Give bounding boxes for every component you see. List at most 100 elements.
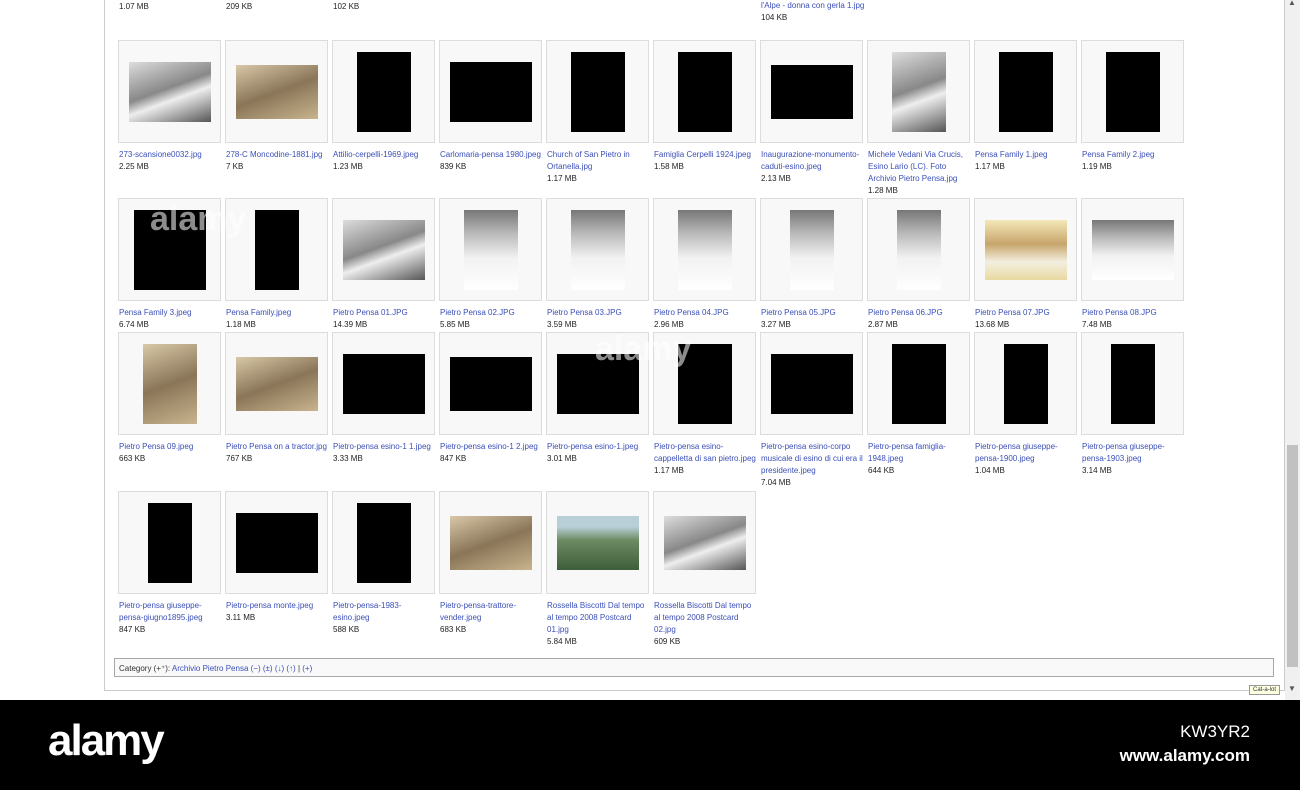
thumbnail[interactable]	[546, 198, 649, 301]
thumbnail-image[interactable]	[770, 353, 853, 414]
thumbnail-image[interactable]	[1003, 343, 1048, 424]
thumbnail-image[interactable]	[556, 515, 639, 570]
file-link[interactable]: Pietro Pensa 01.JPG	[333, 307, 437, 319]
thumbnail-image[interactable]	[142, 343, 197, 424]
thumbnail-image[interactable]	[570, 209, 625, 290]
thumbnail[interactable]	[1081, 198, 1184, 301]
thumbnail-image[interactable]	[677, 51, 732, 132]
thumbnail-image[interactable]	[770, 64, 853, 119]
thumbnail-image[interactable]	[342, 219, 425, 280]
file-link[interactable]: Pietro-pensa esino-1 2.jpeg	[440, 441, 544, 453]
file-link[interactable]: 273-scansione0032.jpg	[119, 149, 223, 161]
vertical-scrollbar[interactable]: ▲ ▼	[1285, 0, 1300, 700]
thumbnail-image[interactable]	[984, 219, 1067, 280]
thumbnail-image[interactable]	[556, 353, 639, 414]
thumbnail[interactable]	[439, 332, 542, 435]
thumbnail[interactable]	[118, 332, 221, 435]
thumbnail[interactable]	[974, 198, 1077, 301]
scroll-down-arrow-icon[interactable]: ▼	[1288, 684, 1296, 693]
category-link[interactable]: Archivio Pietro Pensa	[172, 664, 248, 673]
file-link[interactable]: Pietro-pensa esino-cappelletta di san pi…	[654, 441, 758, 465]
thumbnail[interactable]	[1081, 40, 1184, 143]
thumbnail[interactable]	[867, 332, 970, 435]
file-link[interactable]: Pensa Family 1.jpeg	[975, 149, 1079, 161]
scroll-up-arrow-icon[interactable]: ▲	[1288, 0, 1296, 7]
thumbnail-image[interactable]	[789, 209, 834, 290]
thumbnail[interactable]	[439, 198, 542, 301]
thumbnail[interactable]	[546, 491, 649, 594]
thumbnail-image[interactable]	[356, 502, 411, 583]
file-link[interactable]: Pietro Pensa 02.JPG	[440, 307, 544, 319]
thumbnail[interactable]	[653, 40, 756, 143]
thumbnail-image[interactable]	[235, 512, 318, 573]
thumbnail-image[interactable]	[1110, 343, 1155, 424]
file-link[interactable]: Pietro-pensa esino-1 1.jpeg	[333, 441, 437, 453]
thumbnail[interactable]	[974, 332, 1077, 435]
thumbnail-image[interactable]	[235, 356, 318, 411]
file-link[interactable]: Famiglia Cerpelli 1924.jpeg	[654, 149, 758, 161]
file-link[interactable]: Pietro Pensa 04.JPG	[654, 307, 758, 319]
thumbnail-image[interactable]	[896, 209, 941, 290]
thumbnail[interactable]	[653, 332, 756, 435]
thumbnail-image[interactable]	[677, 209, 732, 290]
thumbnail[interactable]	[225, 491, 328, 594]
file-link[interactable]: Pietro Pensa 03.JPG	[547, 307, 651, 319]
file-link[interactable]: Pietro-pensa giuseppe-pensa-giugno1895.j…	[119, 600, 223, 624]
thumbnail[interactable]	[225, 40, 328, 143]
file-link[interactable]: Pietro Pensa 07.JPG	[975, 307, 1079, 319]
thumbnail-image[interactable]	[663, 515, 746, 570]
subcategory-button[interactable]: (↓)	[275, 664, 284, 673]
thumbnail[interactable]	[653, 491, 756, 594]
thumbnail[interactable]	[332, 40, 435, 143]
thumbnail-image[interactable]	[1091, 219, 1174, 280]
thumbnail-image[interactable]	[463, 209, 518, 290]
file-link[interactable]: Pensa Family 2.jpeg	[1082, 149, 1186, 161]
thumbnail-image[interactable]	[356, 51, 411, 132]
file-link[interactable]: Pietro-pensa giuseppe-pensa-1900.jpeg	[975, 441, 1079, 465]
modify-category-button[interactable]: (±)	[263, 664, 273, 673]
thumbnail-image[interactable]	[1105, 51, 1160, 132]
file-link[interactable]: Rossella Biscotti Dal tempo al tempo 200…	[547, 600, 651, 636]
thumbnail[interactable]	[760, 332, 863, 435]
file-link[interactable]: Pietro-pensa esino-corpo musicale di esi…	[761, 441, 865, 477]
thumbnail[interactable]	[546, 332, 649, 435]
thumbnail[interactable]	[439, 491, 542, 594]
thumbnail[interactable]	[439, 40, 542, 143]
thumbnail[interactable]	[974, 40, 1077, 143]
thumbnail[interactable]	[225, 198, 328, 301]
file-link[interactable]: Pietro Pensa on a tractor.jpg	[226, 441, 330, 453]
thumbnail[interactable]	[225, 332, 328, 435]
thumbnail[interactable]	[118, 491, 221, 594]
cat-a-lot-tooltip[interactable]: Cat-a-lot	[1249, 685, 1281, 695]
file-link[interactable]: Pietro Pensa 08.JPG	[1082, 307, 1186, 319]
add-category-button[interactable]: (+)	[302, 664, 312, 673]
file-link[interactable]: Michele Vedani Via Crucis, Esino Lario (…	[868, 149, 972, 185]
file-link[interactable]: Carlomaria-pensa 1980.jpeg	[440, 149, 544, 161]
thumbnail-image[interactable]	[254, 209, 299, 290]
thumbnail[interactable]	[760, 40, 863, 143]
thumbnail-image[interactable]	[235, 64, 318, 119]
parent-category-button[interactable]: (↑)	[286, 664, 295, 673]
thumbnail-image[interactable]	[133, 209, 206, 290]
thumbnail-image[interactable]	[570, 51, 625, 132]
file-link[interactable]: Pietro-pensa giuseppe-pensa-1903.jpeg	[1082, 441, 1186, 465]
thumbnail-image[interactable]	[449, 515, 532, 570]
file-link[interactable]: Inaugurazione-monumento-caduti-esino.jpe…	[761, 149, 865, 173]
thumbnail[interactable]	[332, 491, 435, 594]
file-link[interactable]: Pietro-pensa-trattore-vender.jpeg	[440, 600, 544, 624]
thumbnail-image[interactable]	[449, 356, 532, 411]
file-link[interactable]: Pietro-pensa famiglia-1948.jpeg	[868, 441, 972, 465]
file-link[interactable]: Pietro-pensa esino-1.jpeg	[547, 441, 651, 453]
file-link[interactable]: l'Alpe - donna con gerla 1.jpg	[761, 0, 865, 12]
thumbnail-image[interactable]	[891, 51, 946, 132]
file-link[interactable]: Pietro-pensa monte.jpeg	[226, 600, 330, 612]
thumbnail-image[interactable]	[677, 343, 732, 424]
thumbnail[interactable]	[867, 198, 970, 301]
thumbnail-image[interactable]	[147, 502, 192, 583]
thumbnail-image[interactable]	[998, 51, 1053, 132]
thumbnail[interactable]	[118, 40, 221, 143]
thumbnail[interactable]	[867, 40, 970, 143]
thumbnail[interactable]	[118, 198, 221, 301]
thumbnail[interactable]	[546, 40, 649, 143]
file-link[interactable]: Pensa Family.jpeg	[226, 307, 330, 319]
